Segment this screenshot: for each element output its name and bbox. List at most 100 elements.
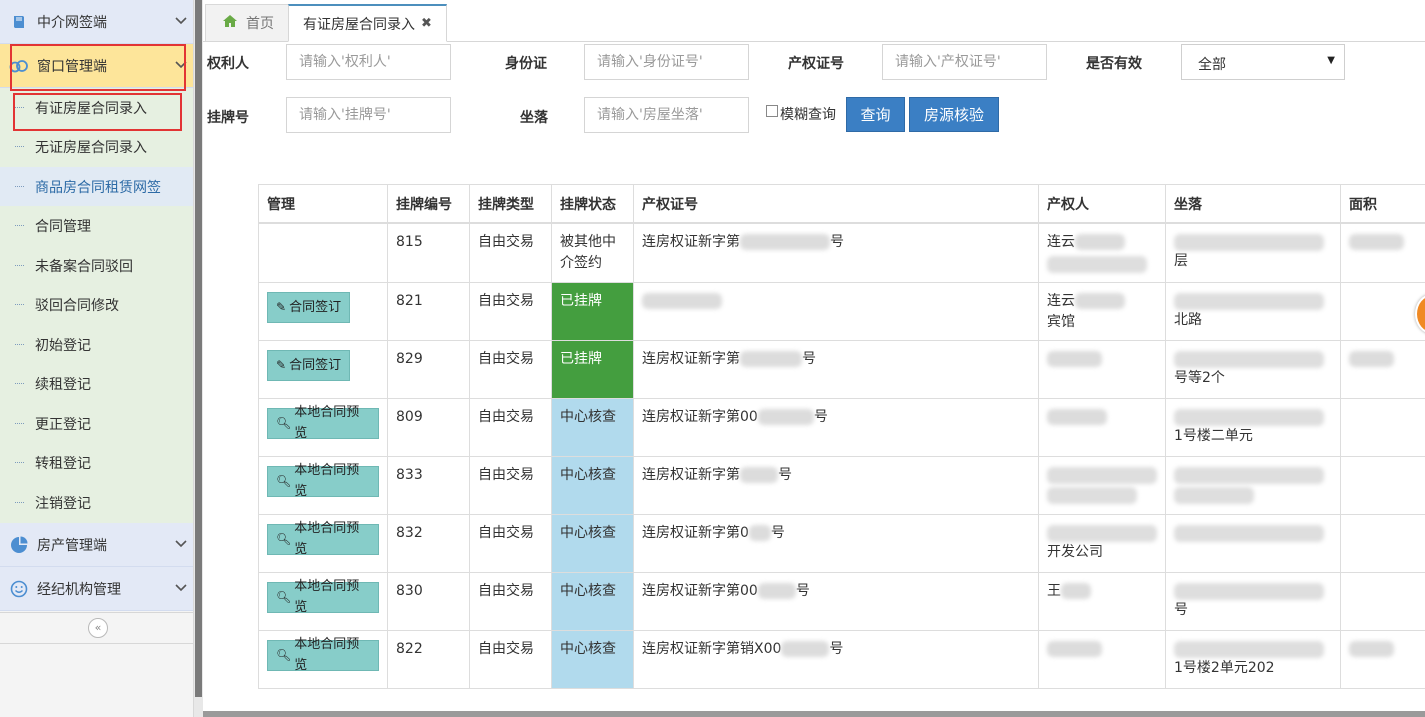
cell-cert bbox=[633, 281, 1039, 341]
col-header-listing-type: 挂牌类型 bbox=[469, 184, 552, 224]
submenu-item-uncertified-contract[interactable]: 无证房屋合同录入 bbox=[0, 127, 195, 166]
preview-contract-button[interactable]: 🔍︎ 本地合同预览 bbox=[267, 579, 379, 615]
tab-certified-contract[interactable]: 有证房屋合同录入 ✖ bbox=[288, 4, 447, 42]
redacted-block bbox=[1047, 466, 1157, 484]
owner-text: 连云 bbox=[1047, 292, 1075, 309]
submenu-item-cancel-registration[interactable]: 注销登记 bbox=[0, 483, 195, 522]
cell-cert: 连房权证新字第 号 bbox=[633, 339, 1039, 399]
location-input[interactable] bbox=[584, 97, 749, 133]
tree-dash bbox=[15, 146, 24, 147]
cell-listing-type: 自由交易 bbox=[469, 629, 552, 689]
submenu-item-initial-registration[interactable]: 初始登记 bbox=[0, 325, 195, 364]
chevron-down-icon bbox=[175, 14, 187, 30]
cell-listing-no: 815 bbox=[387, 222, 470, 283]
horizontal-scrollbar[interactable] bbox=[203, 711, 1425, 717]
location-text: 号等2个 bbox=[1174, 369, 1225, 386]
redacted-block bbox=[1047, 408, 1107, 425]
button-label: 本地合同预览 bbox=[294, 521, 360, 557]
cell-location: 层 bbox=[1165, 222, 1341, 283]
cell-owner bbox=[1038, 339, 1166, 399]
tree-dash bbox=[15, 107, 24, 108]
submenu-item-rejected-edit[interactable]: 驳回合同修改 bbox=[0, 285, 195, 324]
redacted-block bbox=[1075, 292, 1125, 309]
valid-select[interactable]: 全部 ▼ bbox=[1181, 44, 1345, 80]
redacted-block bbox=[1174, 524, 1324, 542]
submenu-label: 注销登记 bbox=[35, 495, 91, 512]
redacted-block bbox=[1349, 640, 1394, 657]
home-icon bbox=[222, 14, 238, 32]
submenu-item-certified-contract[interactable]: 有证房屋合同录入 bbox=[0, 88, 195, 127]
col-header-owner: 产权人 bbox=[1038, 184, 1166, 224]
button-label: 本地合同预览 bbox=[294, 463, 360, 499]
tree-dash bbox=[15, 383, 24, 384]
menu-label: 窗口管理端 bbox=[37, 58, 107, 75]
redacted-block bbox=[642, 292, 722, 309]
cell-cert: 连房权证新字第00 号 bbox=[633, 397, 1039, 457]
redacted-block bbox=[740, 234, 830, 250]
submenu-item-sublease-registration[interactable]: 转租登记 bbox=[0, 443, 195, 482]
submenu-item-unfiled-rejection[interactable]: 未备案合同驳回 bbox=[0, 246, 195, 285]
smile-icon bbox=[9, 579, 29, 599]
owner-input[interactable] bbox=[286, 44, 451, 80]
tab-label: 首页 bbox=[246, 16, 274, 32]
redacted-block bbox=[1174, 640, 1324, 658]
close-icon[interactable]: ✖ bbox=[421, 16, 432, 31]
submenu-item-correction-registration[interactable]: 更正登记 bbox=[0, 404, 195, 443]
tab-home[interactable]: 首页 bbox=[205, 4, 289, 41]
sign-contract-button[interactable]: ✎ 合同签订 bbox=[267, 349, 351, 381]
cert-input[interactable] bbox=[882, 44, 1047, 80]
scrollbar-thumb[interactable] bbox=[195, 0, 202, 697]
cert-text: 连房权证新字第00 bbox=[642, 408, 758, 425]
tree-dash bbox=[15, 344, 24, 345]
submenu-label: 未备案合同驳回 bbox=[35, 258, 133, 275]
search-icon: 🔍︎ bbox=[276, 589, 292, 604]
cert-tail: 号 bbox=[830, 234, 844, 250]
cell-location bbox=[1165, 513, 1341, 573]
button-label: 本地合同预览 bbox=[294, 579, 360, 615]
idcard-input[interactable] bbox=[584, 44, 749, 80]
preview-contract-button[interactable]: 🔍︎ 本地合同预览 bbox=[267, 637, 379, 673]
menu-property-management[interactable]: 房产管理端 bbox=[0, 523, 195, 567]
cell-manage bbox=[258, 222, 388, 283]
cell-listing-no: 821 bbox=[387, 281, 470, 341]
table-row: ✎ 合同签订 829 自由交易 已挂牌 连房权证新字第 号 号等2个 bbox=[258, 339, 1425, 399]
cell-area bbox=[1340, 455, 1425, 515]
cert-text: 连房权证新字第 bbox=[642, 234, 740, 250]
preview-contract-button[interactable]: 🔍︎ 本地合同预览 bbox=[267, 463, 379, 499]
fuzzy-checkbox[interactable] bbox=[766, 105, 778, 117]
listing-input[interactable] bbox=[286, 97, 451, 133]
tree-dash bbox=[15, 265, 24, 266]
cell-owner bbox=[1038, 629, 1166, 689]
cell-owner bbox=[1038, 397, 1166, 457]
pencil-icon: ✎ bbox=[276, 357, 287, 372]
preview-contract-button[interactable]: 🔍︎ 本地合同预览 bbox=[267, 521, 379, 557]
table-row: 815 自由交易 被其他中介签约 连房权证新字第 号 连云 层 bbox=[258, 222, 1425, 283]
sidebar-scrollbar[interactable] bbox=[193, 0, 203, 717]
cert-text: 连房权证新字第00 bbox=[642, 582, 758, 599]
sign-contract-button[interactable]: ✎ 合同签订 bbox=[267, 291, 351, 323]
query-button[interactable]: 查询 bbox=[846, 97, 905, 132]
menu-window-management[interactable]: 窗口管理端 bbox=[0, 44, 195, 88]
submenu-item-commercial-lease[interactable]: 商品房合同租赁网签 bbox=[0, 167, 195, 206]
col-header-listing-no: 挂牌编号 bbox=[387, 184, 470, 224]
button-label: 本地合同预览 bbox=[294, 405, 360, 441]
redacted-block bbox=[781, 640, 830, 657]
submenu-item-contract-management[interactable]: 合同管理 bbox=[0, 206, 195, 245]
collapse-sidebar-button[interactable]: « bbox=[88, 618, 108, 638]
cell-listing-no: 830 bbox=[387, 571, 470, 631]
preview-contract-button[interactable]: 🔍︎ 本地合同预览 bbox=[267, 405, 379, 441]
cert-tail: 号 bbox=[770, 524, 785, 541]
cell-cert: 连房权证新字第 号 bbox=[633, 455, 1039, 515]
location-text: 1号楼2单元202 bbox=[1174, 659, 1275, 676]
cell-location: 号 bbox=[1165, 571, 1341, 631]
redacted-block bbox=[1047, 256, 1147, 273]
verify-button[interactable]: 房源核验 bbox=[909, 97, 999, 132]
tree-dash bbox=[15, 186, 24, 187]
submenu-item-renewal-registration[interactable]: 续租登记 bbox=[0, 364, 195, 403]
menu-agency-signing[interactable]: 中介网签端 bbox=[0, 0, 195, 44]
redacted-block bbox=[748, 524, 771, 541]
cell-listing-type: 自由交易 bbox=[469, 339, 552, 399]
fuzzy-label: 模糊查询 bbox=[780, 107, 836, 123]
cell-listing-type: 自由交易 bbox=[469, 455, 552, 515]
menu-agency-management[interactable]: 经纪机构管理 bbox=[0, 567, 195, 611]
